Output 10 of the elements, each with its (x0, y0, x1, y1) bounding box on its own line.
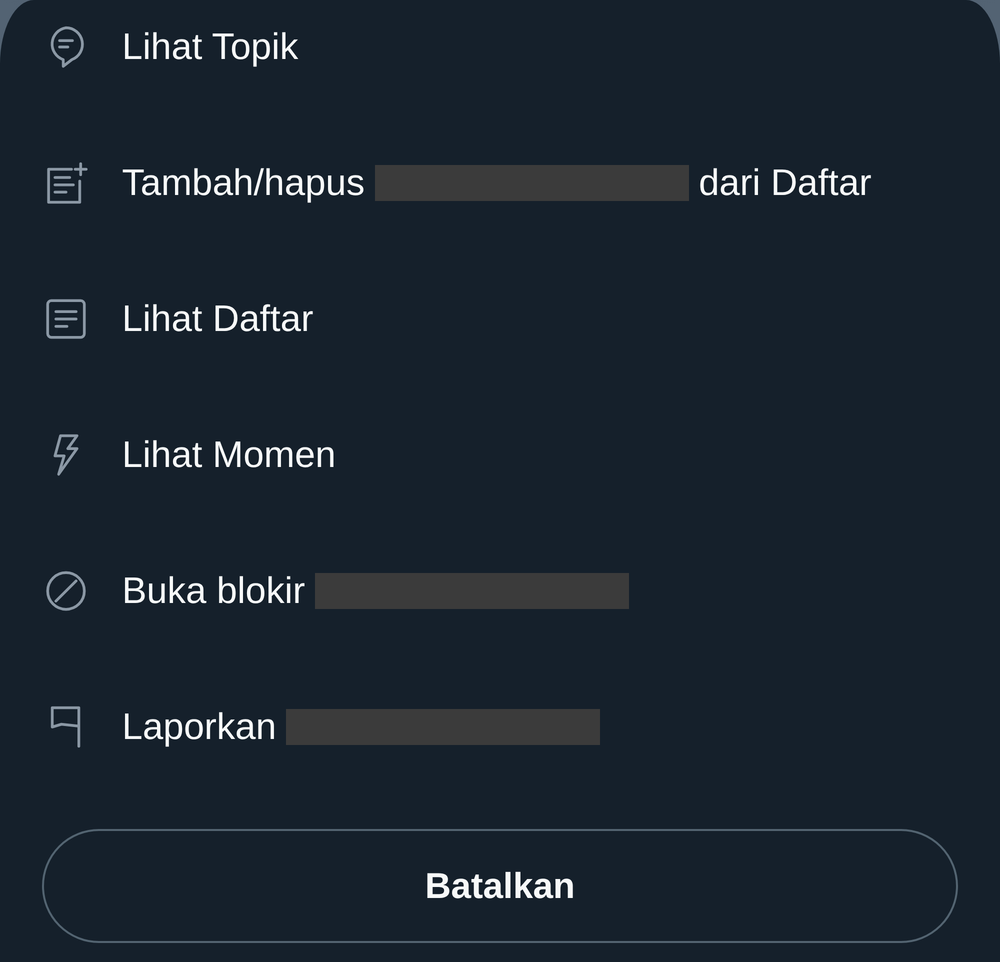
menu-item[interactable]: Buka blokir (42, 561, 640, 621)
slashed-circle-icon (44, 569, 88, 613)
menu-item[interactable]: Lihat Topik (42, 17, 298, 77)
menu-item[interactable]: Laporkan (42, 697, 610, 757)
menu-item[interactable]: Lihat Momen (42, 425, 336, 485)
menu-item[interactable]: Tambah/hapus dari Daftar (42, 153, 872, 213)
list-icon (44, 297, 88, 341)
list-plus-icon (44, 161, 88, 205)
cancel-button[interactable]: Batalkan (42, 829, 958, 943)
menu-item[interactable]: Lihat Daftar (42, 289, 314, 349)
